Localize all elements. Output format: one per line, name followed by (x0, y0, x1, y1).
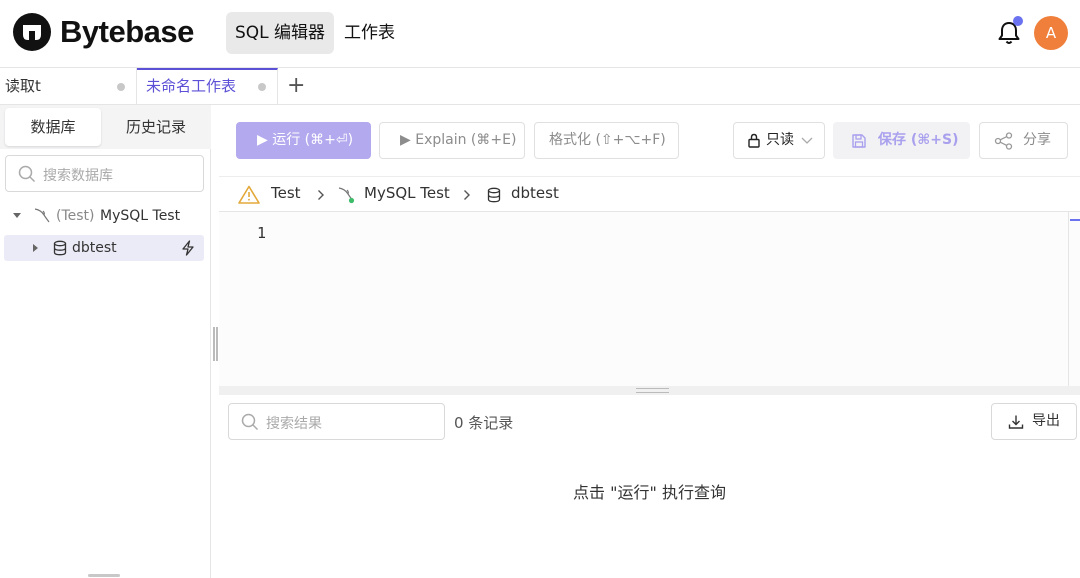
left-sidebar: 数据库 历史记录 搜索数据库 (Test) MySQL Test dbtest (0, 105, 211, 578)
share-label: 分享 (1023, 132, 1051, 148)
breadcrumb-database: dbtest (511, 184, 559, 202)
nav-sql-editor[interactable]: SQL 编辑器 (226, 12, 335, 54)
user-avatar[interactable]: A (1034, 16, 1068, 50)
breadcrumb-instance: MySQL Test (364, 184, 450, 202)
tab-close-dot-icon[interactable] (117, 83, 125, 91)
lock-icon (748, 133, 760, 148)
brand-name: Bytebase (60, 14, 194, 49)
connection-breadcrumb: Test MySQL Test dbtest (219, 176, 1080, 212)
explain-label: ▶ Explain (⌘+E) (400, 132, 517, 148)
breadcrumb-environment: Test (271, 184, 301, 202)
database-label: dbtest (72, 240, 117, 256)
caret-down-icon[interactable] (13, 213, 21, 218)
explain-button[interactable]: ▶ Explain (⌘+E) (379, 122, 525, 159)
run-label: ▶ 运行 (⌘+⏎) (257, 132, 354, 148)
chevron-down-icon (801, 137, 813, 144)
search-icon (241, 413, 259, 431)
database-icon (487, 187, 501, 203)
sidebar-scrollbar[interactable] (88, 574, 120, 577)
download-icon (1008, 415, 1024, 429)
database-icon (53, 240, 67, 256)
format-label: 格式化 (⇧+⌥+F) (549, 132, 666, 148)
tab-label: 未命名工作表 (146, 77, 237, 95)
add-tab-button[interactable]: + (287, 68, 305, 105)
editor-scrollbar[interactable] (1068, 212, 1080, 388)
tab-close-dot-icon[interactable] (258, 83, 266, 91)
search-icon (18, 165, 36, 183)
editor-scroll-marker (1070, 219, 1080, 221)
empty-result-message: 点击 "运行" 执行查询 (573, 483, 726, 502)
mysql-dolphin-icon (34, 208, 50, 223)
bytebase-logo[interactable]: Bytebase (12, 12, 194, 52)
share-button[interactable]: 分享 (979, 122, 1068, 159)
export-button[interactable]: 导出 (991, 403, 1077, 440)
warning-icon (238, 185, 260, 204)
splitter-handle[interactable] (636, 388, 669, 393)
bytebase-logo-icon (13, 13, 51, 51)
nav-worksheet[interactable]: 工作表 (335, 12, 404, 54)
tree-database-dbtest[interactable]: dbtest (4, 235, 204, 261)
top-header: Bytebase SQL 编辑器 工作表 A (0, 0, 1080, 68)
result-search-input[interactable]: 搜索结果 (228, 403, 445, 440)
save-icon (852, 134, 866, 148)
format-button[interactable]: 格式化 (⇧+⌥+F) (534, 122, 679, 159)
tab-untitled-worksheet[interactable]: 未命名工作表 (137, 68, 278, 105)
instance-name-label: MySQL Test (100, 208, 181, 224)
chevron-right-icon (318, 190, 324, 200)
instance-env-label: (Test) (56, 208, 95, 224)
chevron-right-icon (464, 190, 470, 200)
save-label: 保存 (⌘+S) (878, 132, 959, 148)
export-label: 导出 (1032, 413, 1060, 429)
share-icon (994, 132, 1013, 150)
sidebar-resize-handle[interactable] (213, 327, 218, 361)
run-button[interactable]: ▶ 运行 (⌘+⏎) (236, 122, 371, 159)
lightning-icon[interactable] (180, 240, 196, 256)
save-button[interactable]: 保存 (⌘+S) (833, 122, 970, 159)
tab-read-t[interactable]: 读取t (0, 68, 137, 105)
line-number: 1 (257, 224, 267, 242)
notification-dot (1013, 16, 1023, 26)
readonly-label: 只读 (766, 132, 794, 148)
search-placeholder: 搜索结果 (266, 416, 322, 432)
tab-history[interactable]: 历史记录 (110, 108, 202, 146)
tab-databases[interactable]: 数据库 (5, 108, 101, 146)
worksheet-tabbar: 读取t 未命名工作表 + (0, 68, 1080, 105)
tree-instance-mysql-test[interactable]: (Test) MySQL Test (4, 203, 204, 229)
search-placeholder: 搜索数据库 (43, 168, 113, 184)
mysql-dolphin-icon (338, 187, 355, 204)
database-search-input[interactable]: 搜索数据库 (5, 155, 204, 192)
sql-editor[interactable]: 1 (219, 212, 1080, 388)
result-count: 0 条记录 (454, 414, 514, 432)
caret-right-icon[interactable] (33, 244, 38, 252)
tab-label: 读取t (5, 77, 41, 95)
readonly-mode-select[interactable]: 只读 (733, 122, 825, 159)
